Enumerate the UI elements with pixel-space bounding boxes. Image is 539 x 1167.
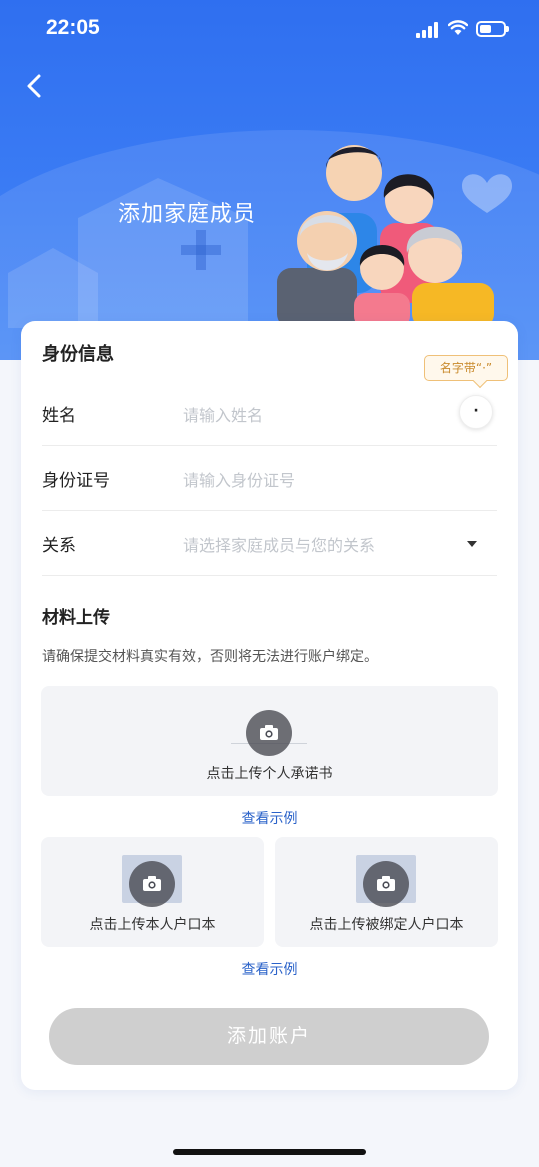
cellular-signal-icon xyxy=(416,22,440,38)
relation-row[interactable]: 关系 请选择家庭成员与您的关系 xyxy=(42,511,497,576)
upload-bound-hukou[interactable]: 点击上传被绑定人户口本 xyxy=(275,837,498,947)
page-title: 添加家庭成员 xyxy=(118,202,257,227)
identity-section-title: 身份信息 xyxy=(42,344,114,365)
view-example-link-2[interactable]: 查看示例 xyxy=(21,959,518,979)
add-account-button[interactable]: 添加账户 xyxy=(49,1008,489,1065)
status-time: 22:05 xyxy=(46,16,100,39)
id-number-label: 身份证号 xyxy=(42,471,110,491)
camera-icon xyxy=(129,861,175,907)
name-label: 姓名 xyxy=(42,406,76,426)
commitment-upload-label: 点击上传个人承诺书 xyxy=(206,766,333,782)
family-illustration xyxy=(277,145,512,328)
view-example-link-1[interactable]: 查看示例 xyxy=(21,808,518,828)
upload-own-hukou[interactable]: 点击上传本人户口本 xyxy=(41,837,264,947)
battery-icon xyxy=(476,21,509,37)
camera-icon xyxy=(363,861,409,907)
header-banner: 22:05 添加家庭成员 xyxy=(0,0,539,360)
camera-icon xyxy=(246,710,292,756)
upload-commitment[interactable]: 点击上传个人承诺书 xyxy=(41,686,498,796)
insert-dot-button[interactable]: · xyxy=(459,395,493,429)
chevron-down-icon xyxy=(467,541,477,547)
name-input[interactable]: 请输入姓名 xyxy=(183,402,263,426)
relation-select[interactable]: 请选择家庭成员与您的关系 xyxy=(183,532,375,556)
own-hukou-label: 点击上传本人户口本 xyxy=(89,917,216,933)
id-number-input[interactable]: 请输入身份证号 xyxy=(183,467,295,491)
relation-label: 关系 xyxy=(42,536,76,556)
materials-notice: 请确保提交材料真实有效，否则将无法进行账户绑定。 xyxy=(42,649,378,665)
name-row: 姓名 请输入姓名 xyxy=(42,381,497,446)
bound-hukou-label: 点击上传被绑定人户口本 xyxy=(309,917,464,933)
materials-section-title: 材料上传 xyxy=(42,608,110,628)
name-dot-tooltip: 名字带“·” xyxy=(424,355,508,381)
status-bar: 22:05 xyxy=(0,0,539,58)
back-arrow-icon[interactable] xyxy=(22,72,50,100)
wifi-icon xyxy=(448,20,468,35)
form-card: 身份信息 名字带“·” 姓名 请输入姓名 · 身份证号 请输入身份证号 关系 请… xyxy=(21,321,518,1090)
id-number-row: 身份证号 请输入身份证号 xyxy=(42,446,497,511)
home-indicator xyxy=(173,1149,366,1155)
